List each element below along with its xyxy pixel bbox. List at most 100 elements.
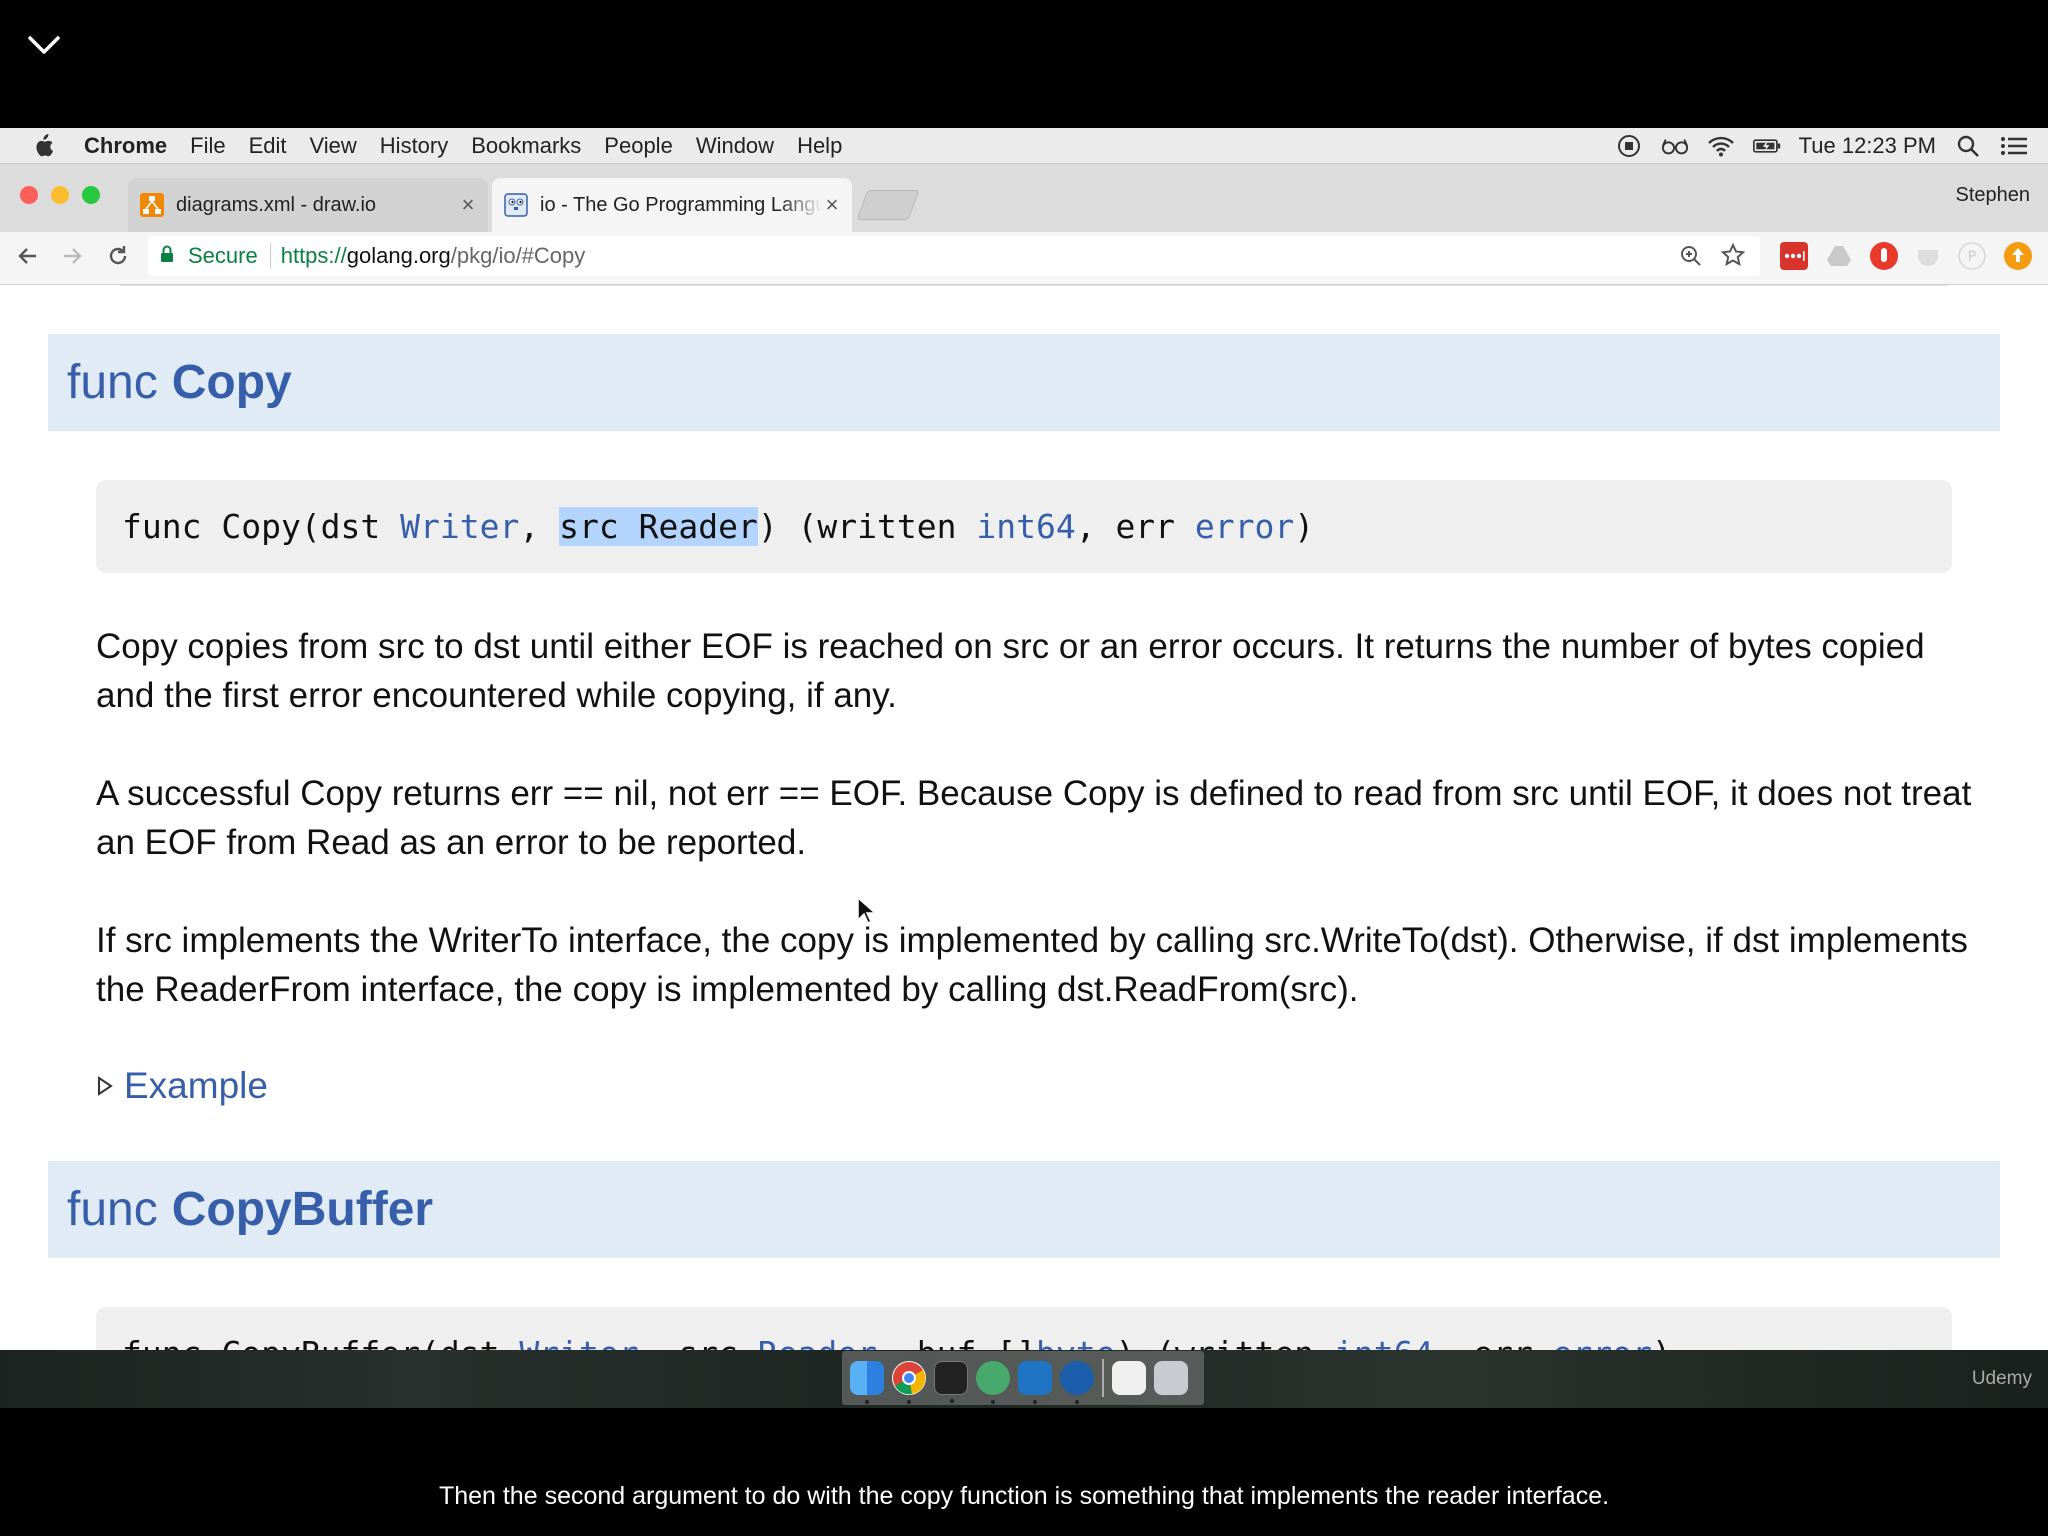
type-link-writer[interactable]: Writer xyxy=(400,507,519,546)
zoom-icon[interactable] xyxy=(1678,243,1704,275)
vscode-icon[interactable] xyxy=(1018,1361,1052,1404)
page-content: func Copy func Copy(dst Writer, src Read… xyxy=(0,285,2048,1350)
url-scheme: https:// xyxy=(280,243,347,268)
section-header-copybuffer: func CopyBuffer xyxy=(48,1161,2000,1258)
video-caption: Then the second argument to do with the … xyxy=(438,1482,1610,1510)
url-host: golang.org xyxy=(346,243,451,268)
gopher-favicon-icon xyxy=(504,193,528,217)
type-link-writer[interactable]: Writer xyxy=(519,1334,638,1350)
tab-title: io - The Go Programming Language xyxy=(540,193,822,216)
terminal-icon[interactable] xyxy=(934,1361,968,1403)
window-close-button[interactable] xyxy=(20,186,38,204)
menu-file[interactable]: File xyxy=(190,133,225,159)
copybuffer-signature-code: func CopyBuffer(dst Writer, src Reader, … xyxy=(96,1307,1952,1350)
func-name[interactable]: Copy xyxy=(172,355,292,410)
code-text: ) (written xyxy=(757,507,977,546)
description-paragraph: Copy copies from src to dst until either… xyxy=(96,627,1925,715)
menu-help[interactable]: Help xyxy=(797,133,842,159)
forward-button[interactable] xyxy=(54,238,90,274)
lastpass-extension-icon[interactable] xyxy=(1780,242,1808,270)
example-label[interactable]: Example xyxy=(124,1065,268,1107)
pocket-extension-icon[interactable] xyxy=(1914,242,1942,270)
tab-drawio[interactable]: diagrams.xml - draw.io × xyxy=(128,178,488,232)
code-text: ) xyxy=(1652,1334,1672,1350)
svg-text:P: P xyxy=(1968,249,1976,265)
description-paragraph: A successful Copy returns err == nil, no… xyxy=(96,774,1972,862)
atom-icon[interactable] xyxy=(976,1361,1010,1404)
address-divider xyxy=(269,243,271,269)
type-link-int64[interactable]: int64 xyxy=(1334,1334,1433,1350)
drawio-favicon-icon xyxy=(140,193,164,217)
wifi-icon[interactable] xyxy=(1707,134,1735,158)
drive-extension-icon[interactable] xyxy=(1825,242,1853,270)
code-text: ) xyxy=(1294,507,1315,546)
address-bar[interactable]: Secure https://golang.org/pkg/io/#Copy xyxy=(148,236,1760,276)
code-text: , buf [] xyxy=(877,1334,1036,1350)
profile-name[interactable]: Stephen xyxy=(1955,184,2030,207)
pinterest-extension-icon[interactable]: P xyxy=(1958,242,1986,270)
type-link-reader[interactable]: Reader xyxy=(758,1334,877,1350)
red-extension-icon[interactable] xyxy=(1870,242,1898,270)
menu-window[interactable]: Window xyxy=(696,133,774,159)
bookmark-star-icon[interactable] xyxy=(1720,242,1746,274)
finder-icon[interactable] xyxy=(850,1361,884,1404)
menu-view[interactable]: View xyxy=(310,133,357,159)
battery-icon[interactable] xyxy=(1752,134,1781,158)
window-minimize-button[interactable] xyxy=(51,186,69,204)
menu-history[interactable]: History xyxy=(380,133,448,159)
url-path: /pkg/io/#Copy xyxy=(450,243,586,268)
tab-close-button[interactable]: × xyxy=(822,192,842,218)
quicktime-icon[interactable] xyxy=(1060,1361,1094,1404)
notification-center-icon[interactable] xyxy=(2000,134,2028,158)
macos-menu-bar: Chrome File Edit View History Bookmarks … xyxy=(0,128,2048,164)
code-text: , src xyxy=(639,1334,758,1350)
upload-extension-icon[interactable] xyxy=(2004,242,2032,270)
dock-divider xyxy=(1102,1359,1104,1397)
copy-signature-code: func Copy(dst Writer, src Reader) (writt… xyxy=(96,480,1952,573)
func-keyword: func xyxy=(67,356,158,409)
trash-icon[interactable] xyxy=(1154,1361,1188,1395)
macos-dock xyxy=(842,1351,1204,1405)
reload-button[interactable] xyxy=(100,238,136,274)
apple-icon[interactable] xyxy=(32,133,60,159)
menubar-clock[interactable]: Tue 12:23 PM xyxy=(1799,133,1936,159)
chrome-icon[interactable] xyxy=(892,1361,926,1404)
window-zoom-button[interactable] xyxy=(82,186,100,204)
secure-label[interactable]: Secure xyxy=(188,243,258,269)
code-text: func CopyBuffer(dst xyxy=(122,1334,519,1350)
type-link-error[interactable]: error xyxy=(1553,1334,1652,1350)
func-name[interactable]: CopyBuffer xyxy=(172,1182,433,1237)
menu-bookmarks[interactable]: Bookmarks xyxy=(471,133,581,159)
type-link-int64[interactable]: int64 xyxy=(976,507,1075,546)
chevron-down-icon[interactable] xyxy=(24,30,64,60)
menu-edit[interactable]: Edit xyxy=(249,133,287,159)
func-keyword: func xyxy=(67,1183,158,1236)
back-button[interactable] xyxy=(10,238,46,274)
glasses-icon[interactable] xyxy=(1661,134,1689,158)
code-text: , xyxy=(519,507,560,546)
example-toggle[interactable]: Example xyxy=(96,1065,268,1107)
type-link-error[interactable]: error xyxy=(1195,507,1294,546)
spotlight-search-icon[interactable] xyxy=(1954,134,1982,158)
code-text: func Copy(dst xyxy=(122,507,401,546)
udemy-watermark: Udemy xyxy=(1971,1368,2032,1389)
screen-record-icon[interactable] xyxy=(1615,134,1643,158)
new-tab-button[interactable] xyxy=(856,190,920,220)
type-link-byte[interactable]: byte xyxy=(1036,1334,1115,1350)
tab-golang-io[interactable]: io - The Go Programming Language × xyxy=(492,178,852,232)
code-text: ) (written xyxy=(1115,1334,1334,1350)
tab-title: diagrams.xml - draw.io xyxy=(176,193,377,216)
video-top-bar xyxy=(0,0,2048,128)
mouse-cursor-icon xyxy=(857,897,875,925)
disclosure-triangle-icon xyxy=(98,1076,113,1096)
code-text: , err xyxy=(1075,507,1195,546)
divider xyxy=(120,285,1948,286)
code-text: , err xyxy=(1433,1334,1552,1350)
description-paragraph: If src implements the WriterTo interface… xyxy=(96,921,1968,1009)
downloads-folder-icon[interactable] xyxy=(1112,1361,1146,1395)
section-header-copy: func Copy xyxy=(48,334,2000,431)
selected-text: src Reader xyxy=(559,507,758,546)
menu-people[interactable]: People xyxy=(604,133,673,159)
menu-app-name[interactable]: Chrome xyxy=(84,133,167,159)
tab-close-button[interactable]: × xyxy=(458,192,478,218)
